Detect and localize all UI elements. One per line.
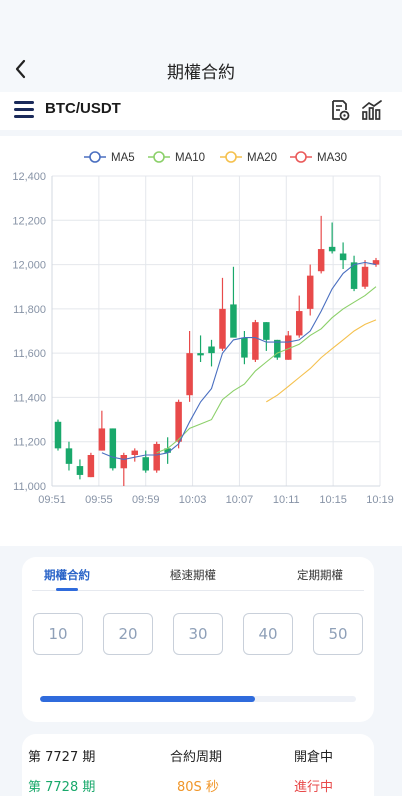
hamburger-menu-icon[interactable] — [14, 101, 34, 119]
x-tick-label: 10:11 — [273, 494, 300, 506]
page-title: 期權合約 — [167, 63, 235, 83]
legend-marker — [153, 151, 165, 163]
candle-body — [263, 322, 270, 340]
candle-body — [109, 428, 117, 469]
candle-body — [208, 346, 215, 354]
cycle-value: 80S 秒 — [177, 780, 219, 795]
progress-bar — [40, 696, 356, 702]
y-tick-label: 11,200 — [13, 437, 46, 449]
candle-body — [98, 428, 106, 451]
y-tick-label: 11,600 — [13, 348, 46, 360]
candle-body — [295, 311, 303, 336]
candle-body — [241, 337, 248, 358]
x-tick-label: 10:07 — [226, 494, 254, 506]
y-tick-label: 11,400 — [13, 392, 46, 404]
tab-options-contract[interactable]: 期權合約 — [44, 567, 90, 583]
kline-chart-panel[interactable]: 12,400 12,200 12,000 11,800 11,600 11,400 11,2… — [0, 136, 402, 546]
trading-pair[interactable]: BTC/USDT — [45, 100, 121, 117]
duration-option-30[interactable]: 30 — [173, 613, 223, 655]
duration-option-10[interactable]: 10 — [33, 613, 83, 655]
x-tick-label: 10:03 — [179, 494, 207, 506]
legend-marker — [295, 151, 307, 163]
candle-body — [197, 353, 204, 356]
candle-body — [361, 266, 369, 287]
candle-body — [186, 353, 193, 396]
legend-marker — [89, 151, 101, 163]
page: 期權合約 BTC/USDT 12,400 12,200 12,000 11,800 11… — [0, 0, 402, 796]
duration-option-50[interactable]: 50 — [313, 613, 363, 655]
tab-speed-options[interactable]: 極速期權 — [170, 567, 216, 583]
y-tick-label: 12,400 — [12, 171, 46, 183]
candle-body — [76, 466, 84, 475]
cycle-label: 合約周期 — [170, 750, 223, 765]
candle-body — [175, 401, 182, 442]
next-period: 第 7728 期 — [28, 780, 96, 795]
y-tick-label: 12,000 — [12, 260, 46, 272]
kline-chart[interactable]: 12,400 12,200 12,000 11,800 11,600 11,400 11,2… — [0, 136, 402, 546]
candle-body — [131, 450, 139, 455]
legend-label: MA10 — [175, 152, 205, 164]
status-value: 進行中 — [294, 780, 334, 795]
x-tick-label: 10:15 — [319, 494, 347, 506]
period-list-card: 第 7727 期 合約周期 開倉中 第 7728 期 80S 秒 進行中 — [22, 734, 374, 796]
x-tick-label: 10:19 — [366, 494, 394, 506]
tab-bar: 期權合約 極速期權 定期期權 — [32, 557, 364, 591]
x-tick-label: 09:51 — [38, 494, 66, 506]
status-header: 開倉中 — [294, 750, 334, 765]
candle-body — [65, 448, 73, 464]
candle-body — [153, 443, 160, 471]
y-tick-label: 11,000 — [13, 481, 46, 493]
y-tick-label: 12,200 — [12, 215, 46, 227]
candle-body — [219, 308, 226, 349]
x-tick-label: 09:55 — [85, 494, 113, 506]
legend-label: MA30 — [317, 152, 347, 164]
candle-body — [328, 246, 336, 252]
top-header: 期權合約 — [0, 0, 402, 92]
chart-stats-icon[interactable] — [361, 99, 383, 121]
pair-bar: BTC/USDT — [0, 92, 402, 130]
active-tab-indicator — [56, 588, 78, 591]
legend-label: MA5 — [111, 152, 135, 164]
candle-body — [142, 457, 149, 471]
duration-option-40[interactable]: 40 — [243, 613, 293, 655]
candle-body — [306, 275, 314, 309]
tab-fixed-options[interactable]: 定期期權 — [297, 567, 343, 583]
candle-body — [120, 455, 128, 469]
legend-marker — [225, 151, 237, 163]
order-history-icon[interactable] — [330, 99, 350, 121]
trade-options-card: 期權合約 極速期權 定期期權 10 20 30 40 50 — [22, 557, 374, 722]
current-period: 第 7727 期 — [28, 750, 96, 765]
legend-label: MA20 — [247, 152, 277, 164]
candle-body — [87, 455, 95, 478]
ma20-line — [266, 319, 377, 403]
candle-body — [317, 249, 325, 272]
x-tick-label: 09:59 — [132, 494, 160, 506]
candle-body — [339, 253, 347, 261]
duration-option-20[interactable]: 20 — [103, 613, 153, 655]
y-tick-label: 11,800 — [13, 304, 46, 316]
candle-body — [230, 304, 237, 338]
candle-body — [252, 322, 259, 360]
candle-body — [54, 421, 62, 449]
progress-fill — [40, 696, 255, 702]
